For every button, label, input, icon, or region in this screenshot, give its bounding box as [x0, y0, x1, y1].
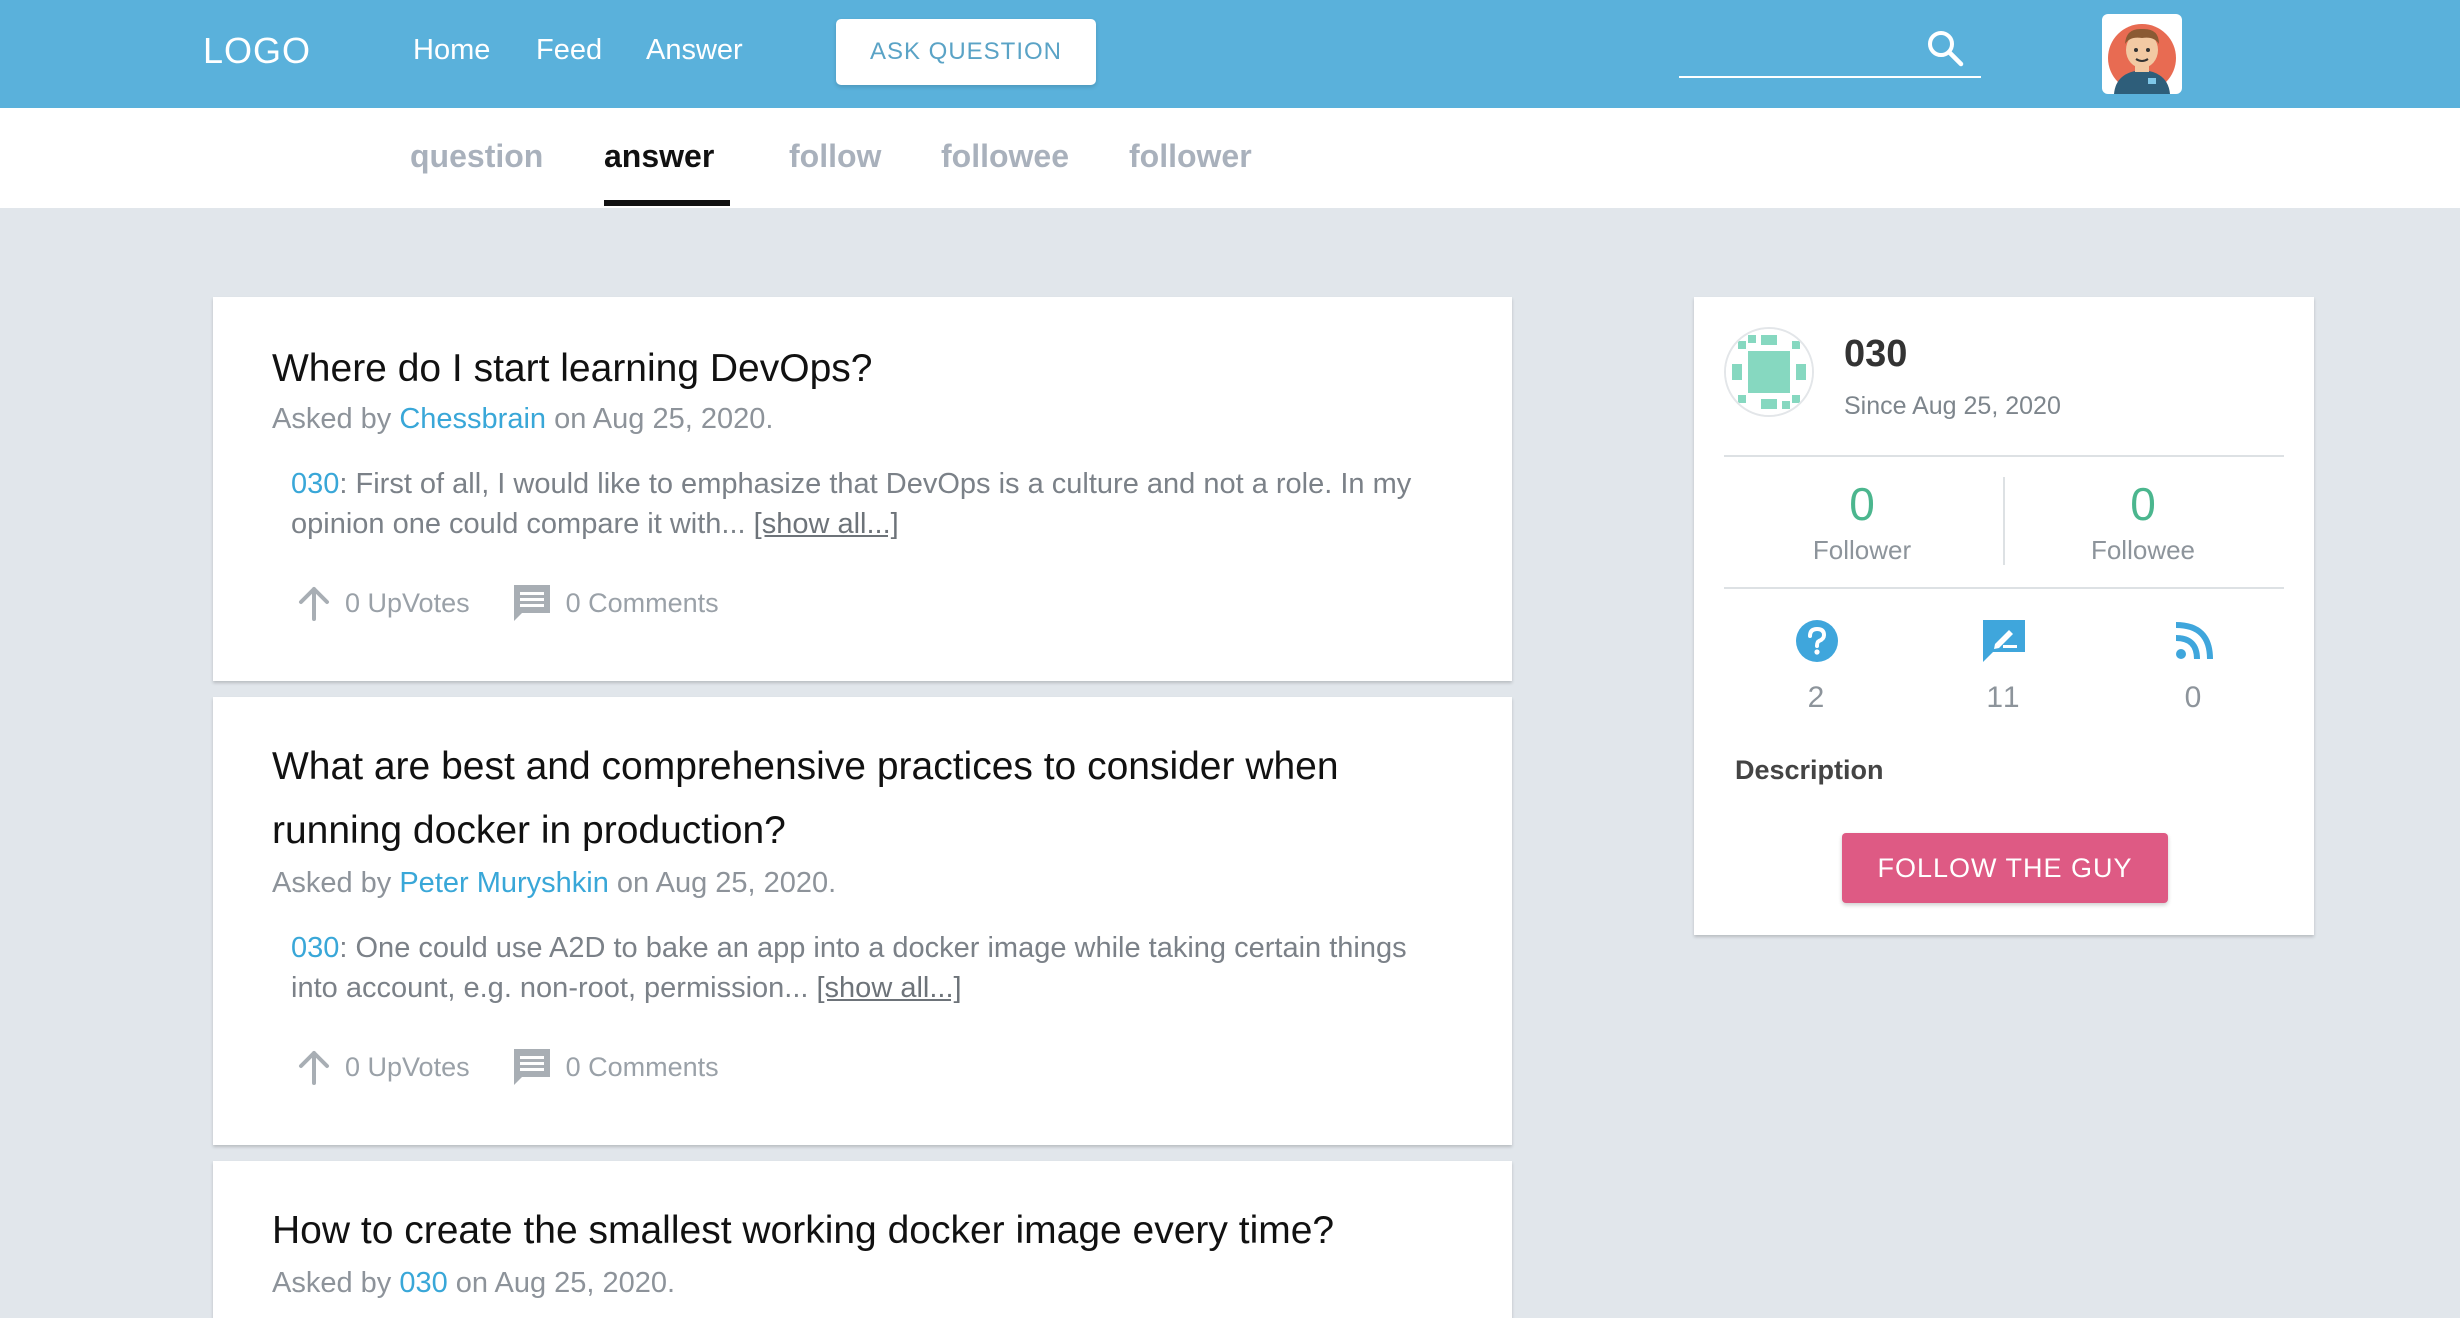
follower-label: Follower — [1812, 535, 1912, 565]
tab-follow[interactable]: follow — [789, 138, 881, 175]
comment-icon[interactable] — [510, 1045, 554, 1089]
answer-card: Where do I start learning DevOps? Asked … — [213, 297, 1512, 681]
answer-excerpt: 030: First of all, I would like to empha… — [291, 464, 1451, 544]
asked-date: on Aug 25, 2020. — [447, 1267, 676, 1299]
show-all-link[interactable]: [show all...] — [817, 972, 962, 1004]
followee-label: Followee — [2090, 535, 2196, 565]
comment-icon[interactable] — [510, 581, 554, 625]
tab-followee[interactable]: followee — [941, 138, 1069, 175]
answer-meta: 0 UpVotes 0 Comments — [295, 1045, 719, 1089]
nav-home-link[interactable]: Home — [413, 34, 490, 67]
upvotes-count: 0 UpVotes — [345, 587, 470, 618]
logo[interactable]: LOGO — [203, 30, 311, 72]
tab-follower[interactable]: follower — [1129, 138, 1252, 175]
divider — [1724, 455, 2284, 457]
profile-since: Since Aug 25, 2020 — [1844, 392, 2061, 420]
identicon-image — [1726, 329, 1812, 415]
answer-card: What are best and comprehensive practice… — [213, 697, 1512, 1145]
answerer-link[interactable]: 030 — [291, 932, 339, 964]
tab-question[interactable]: question — [410, 138, 543, 175]
arrow-up-icon[interactable] — [295, 583, 333, 623]
answerer-link[interactable]: 030 — [291, 468, 339, 500]
profile-card: 030 Since Aug 25, 2020 0 Follower 0 Foll… — [1694, 297, 2314, 935]
user-avatar-image — [2108, 24, 2176, 94]
follower-count[interactable]: 0 — [1762, 477, 1962, 531]
nav-feed-link[interactable]: Feed — [536, 34, 602, 67]
answer-icon[interactable] — [1981, 618, 2027, 664]
search-input[interactable] — [1679, 24, 1919, 74]
top-navbar: LOGO Home Feed Answer ASK QUESTION — [0, 0, 2460, 108]
ask-question-button[interactable]: ASK QUESTION — [836, 19, 1096, 85]
asked-by-line: Asked by 030 on Aug 25, 2020. — [272, 1267, 675, 1300]
active-tab-indicator — [604, 200, 730, 206]
question-title[interactable]: What are best and comprehensive practice… — [272, 735, 1472, 863]
answer-card: How to create the smallest working docke… — [213, 1161, 1512, 1318]
asker-link[interactable]: Chessbrain — [399, 403, 546, 435]
divider — [2003, 477, 2005, 565]
tab-answer[interactable]: answer — [604, 138, 714, 175]
profile-avatar[interactable] — [1724, 327, 1814, 417]
asker-link[interactable]: 030 — [399, 1267, 447, 1299]
description-label: Description — [1735, 755, 1884, 785]
followee-count[interactable]: 0 — [2043, 477, 2243, 531]
question-icon[interactable] — [1794, 618, 1840, 664]
answers-count: 11 — [1986, 681, 2022, 714]
search-box — [1679, 24, 1981, 78]
asked-date: on Aug 25, 2020. — [608, 867, 837, 899]
arrow-up-icon[interactable] — [295, 1047, 333, 1087]
answer-meta: 0 UpVotes 0 Comments — [295, 581, 719, 625]
user-avatar[interactable] — [2102, 14, 2182, 94]
comments-count: 0 Comments — [565, 587, 719, 618]
show-all-link[interactable]: [show all...] — [754, 508, 899, 540]
asked-by-prefix: Asked by — [272, 1267, 400, 1299]
follow-button[interactable]: FOLLOW THE GUY — [1842, 833, 2168, 903]
search-icon[interactable] — [1925, 28, 1965, 68]
asker-link[interactable]: Peter Muryshkin — [399, 867, 609, 899]
question-title[interactable]: How to create the smallest working docke… — [272, 1199, 1472, 1263]
asked-by-line: Asked by Chessbrain on Aug 25, 2020. — [272, 403, 773, 436]
comments-count: 0 Comments — [565, 1051, 719, 1082]
divider — [1724, 587, 2284, 589]
asked-by-line: Asked by Peter Muryshkin on Aug 25, 2020… — [272, 867, 836, 900]
upvotes-count: 0 UpVotes — [345, 1051, 470, 1082]
asked-by-prefix: Asked by — [272, 867, 400, 899]
rss-feed-icon[interactable] — [2171, 618, 2217, 664]
profile-tabs: question answer follow followee follower — [0, 108, 2460, 208]
asked-by-prefix: Asked by — [272, 403, 400, 435]
question-title[interactable]: Where do I start learning DevOps? — [272, 337, 1472, 401]
answer-excerpt: 030: One could use A2D to bake an app in… — [291, 928, 1451, 1008]
feeds-count: 0 — [2184, 681, 2204, 714]
asked-date: on Aug 25, 2020. — [546, 403, 774, 435]
nav-answer-link[interactable]: Answer — [646, 34, 743, 67]
questions-count: 2 — [1807, 681, 1827, 714]
profile-name: 030 — [1844, 333, 1908, 375]
